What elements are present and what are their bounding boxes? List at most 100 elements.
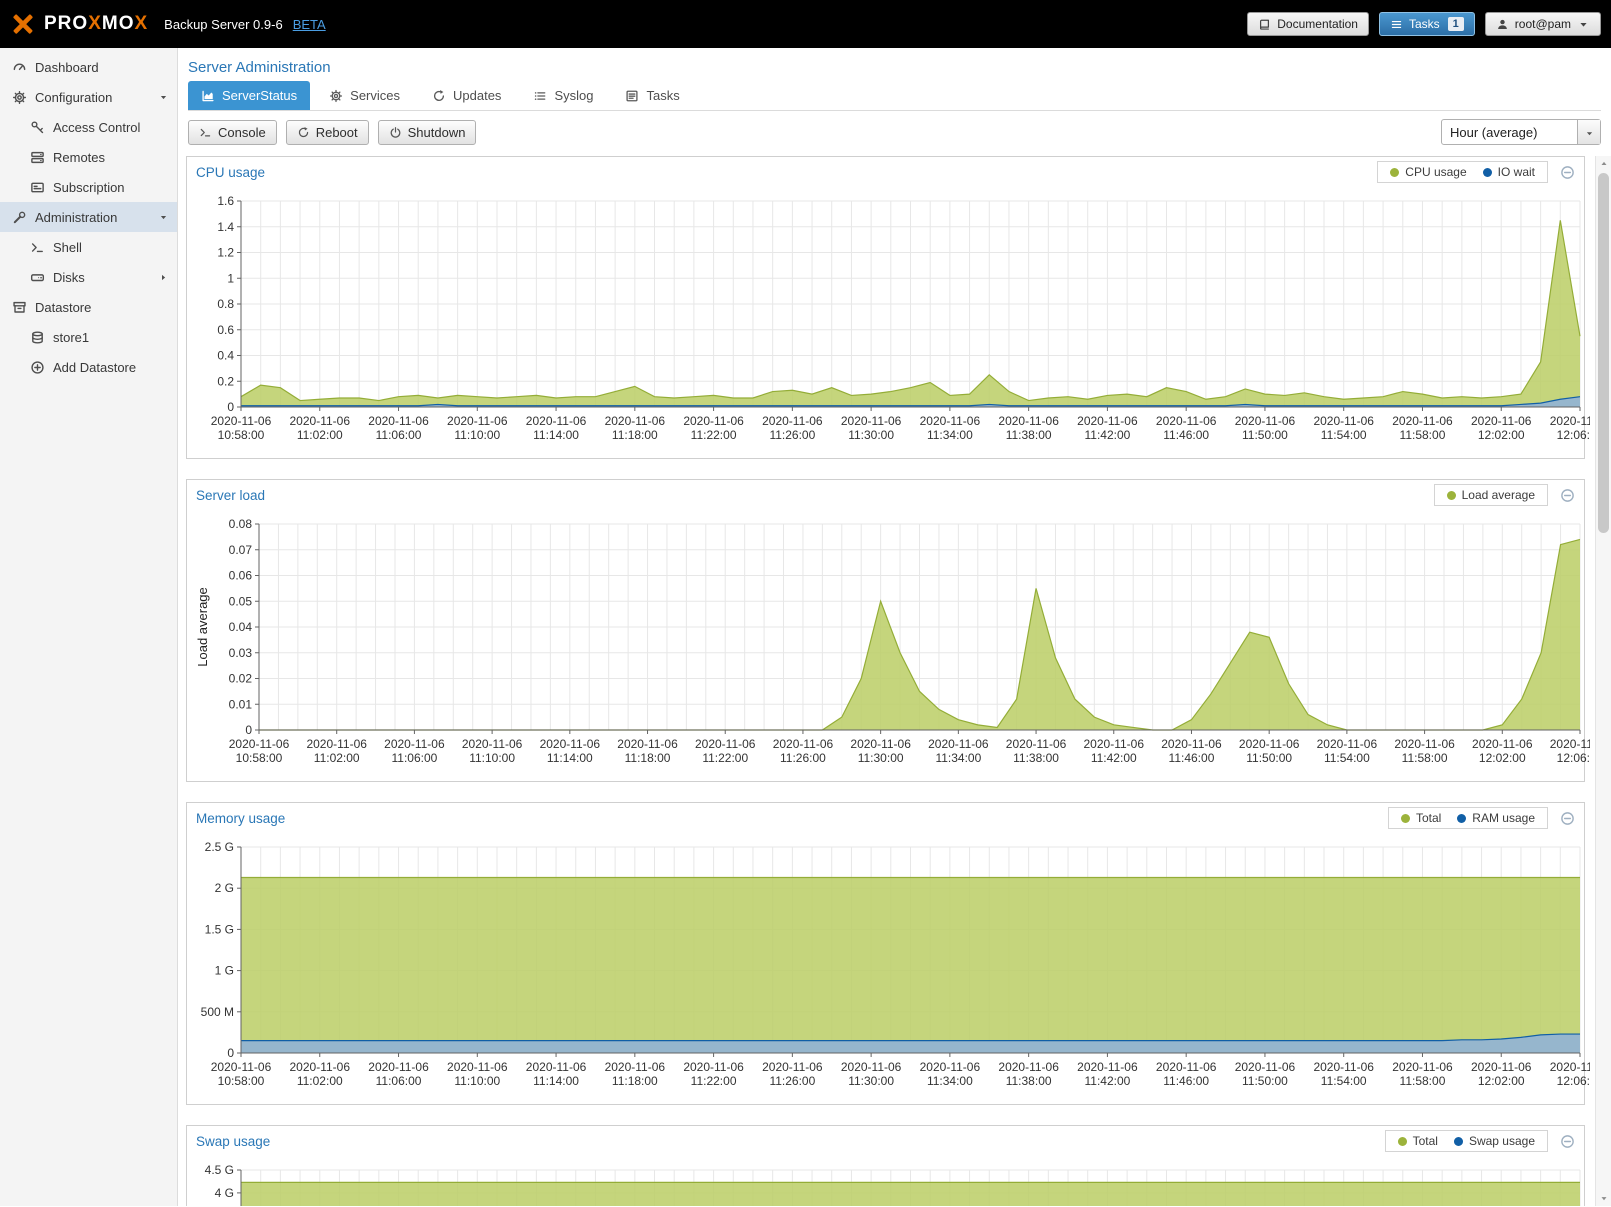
svg-text:2020-11-06: 2020-11-06 bbox=[1313, 414, 1374, 428]
chart-cpu-usage: 1.61.41.210.80.60.40.202020-11-0610:58:0… bbox=[193, 191, 1590, 451]
sidebar-nav: DashboardConfigurationAccess ControlRemo… bbox=[0, 48, 178, 1206]
tree-expander[interactable] bbox=[158, 212, 169, 223]
sidebar-item-label: store1 bbox=[53, 330, 89, 345]
circle-minus-icon bbox=[1560, 165, 1575, 180]
shutdown-button[interactable]: Shutdown bbox=[378, 120, 477, 145]
tab-serverstatus[interactable]: ServerStatus bbox=[188, 81, 310, 110]
chart-legend: TotalRAM usage bbox=[1388, 807, 1548, 829]
sidebar-item-administration[interactable]: Administration bbox=[0, 202, 177, 232]
reboot-button[interactable]: Reboot bbox=[286, 120, 369, 145]
svg-text:11:18:00: 11:18:00 bbox=[612, 1074, 658, 1088]
svg-text:0.02: 0.02 bbox=[229, 672, 253, 686]
tab-syslog[interactable]: Syslog bbox=[520, 81, 606, 110]
top-header-bar: PROXMOX Backup Server 0.9-6 BETA Documen… bbox=[0, 0, 1611, 48]
svg-text:11:10:00: 11:10:00 bbox=[454, 428, 500, 442]
sidebar-item-subscription[interactable]: Subscription bbox=[0, 172, 177, 202]
console-button[interactable]: Console bbox=[188, 120, 277, 145]
gears-icon bbox=[329, 89, 343, 103]
svg-text:2020-11-06: 2020-11-06 bbox=[1235, 1060, 1296, 1074]
svg-text:0: 0 bbox=[227, 400, 234, 414]
tasks-icon bbox=[1390, 18, 1403, 31]
tab-services[interactable]: Services bbox=[316, 81, 413, 110]
tree-expander[interactable] bbox=[158, 92, 169, 103]
user-menu-button[interactable]: root@pam bbox=[1485, 12, 1601, 36]
sidebar-item-store1[interactable]: store1 bbox=[0, 322, 177, 352]
chart-body: 4.5 G4 G3.5 G3 G2.5 G2 G1.5 G1 G500 M020… bbox=[187, 1156, 1584, 1206]
svg-text:2020-11-06: 2020-11-06 bbox=[1550, 1060, 1590, 1074]
svg-text:2020-11-06: 2020-11-06 bbox=[229, 737, 290, 751]
dropdown-trigger[interactable] bbox=[1577, 120, 1600, 144]
svg-text:0: 0 bbox=[245, 723, 252, 737]
sidebar-item-configuration[interactable]: Configuration bbox=[0, 82, 177, 112]
timeframe-select[interactable]: Hour (average) bbox=[1441, 119, 1601, 145]
svg-text:2020-11-06: 2020-11-06 bbox=[1392, 1060, 1453, 1074]
sidebar-item-access-control[interactable]: Access Control bbox=[0, 112, 177, 142]
legend-item: IO wait bbox=[1483, 165, 1535, 179]
tab-tasks[interactable]: Tasks bbox=[612, 81, 692, 110]
svg-text:11:14:00: 11:14:00 bbox=[533, 428, 579, 442]
sidebar-item-remotes[interactable]: Remotes bbox=[0, 142, 177, 172]
svg-text:0.2: 0.2 bbox=[217, 374, 234, 388]
proxmox-logo: PROXMOX bbox=[10, 11, 148, 37]
panel-swap-usage: Swap usageTotalSwap usage4.5 G4 G3.5 G3 … bbox=[186, 1125, 1585, 1206]
svg-text:12:02:00: 12:02:00 bbox=[1478, 428, 1525, 442]
scroll-up-button[interactable] bbox=[1596, 156, 1611, 172]
documentation-button[interactable]: Documentation bbox=[1247, 12, 1369, 36]
svg-text:11:22:00: 11:22:00 bbox=[702, 751, 748, 765]
svg-text:4 G: 4 G bbox=[215, 1186, 234, 1200]
sidebar-item-datastore[interactable]: Datastore bbox=[0, 292, 177, 322]
collapse-panel-button[interactable] bbox=[1560, 488, 1575, 503]
collapse-panel-button[interactable] bbox=[1560, 165, 1575, 180]
svg-text:11:02:00: 11:02:00 bbox=[297, 1074, 343, 1088]
beta-link[interactable]: BETA bbox=[293, 17, 326, 32]
circle-minus-icon bbox=[1560, 1134, 1575, 1149]
svg-text:12:02:00: 12:02:00 bbox=[1478, 1074, 1525, 1088]
tasks-tab-icon bbox=[625, 89, 639, 103]
svg-text:1.4: 1.4 bbox=[217, 220, 234, 234]
svg-text:12:02:00: 12:02:00 bbox=[1479, 751, 1526, 765]
tree-expander[interactable] bbox=[158, 272, 169, 283]
legend-label: IO wait bbox=[1498, 165, 1535, 179]
sidebar-item-shell[interactable]: Shell bbox=[0, 232, 177, 262]
scrollbar-thumb[interactable] bbox=[1598, 173, 1609, 533]
svg-text:11:14:00: 11:14:00 bbox=[533, 1074, 579, 1088]
panel-server-load: Server loadLoad average0.080.070.060.050… bbox=[186, 479, 1585, 782]
svg-text:11:34:00: 11:34:00 bbox=[927, 428, 973, 442]
tab-updates[interactable]: Updates bbox=[419, 81, 514, 110]
sidebar-item-dashboard[interactable]: Dashboard bbox=[0, 52, 177, 82]
svg-text:11:42:00: 11:42:00 bbox=[1084, 428, 1130, 442]
svg-text:2020-11-06: 2020-11-06 bbox=[1313, 1060, 1374, 1074]
subscription-icon bbox=[30, 180, 45, 195]
svg-text:2020-11-06: 2020-11-06 bbox=[1317, 737, 1378, 751]
wrench-icon bbox=[12, 210, 27, 225]
expander-right-icon bbox=[158, 272, 169, 283]
svg-text:11:38:00: 11:38:00 bbox=[1006, 428, 1052, 442]
svg-text:2020-11-06: 2020-11-06 bbox=[290, 414, 351, 428]
collapse-panel-button[interactable] bbox=[1560, 1134, 1575, 1149]
list-icon bbox=[533, 89, 547, 103]
chart-memory-usage: 2.5 G2 G1.5 G1 G500 M02020-11-0610:58:00… bbox=[193, 837, 1590, 1097]
svg-text:11:22:00: 11:22:00 bbox=[691, 1074, 737, 1088]
vertical-scrollbar[interactable] bbox=[1595, 156, 1611, 1206]
svg-text:2020-11-06: 2020-11-06 bbox=[306, 737, 367, 751]
sidebar-item-label: Datastore bbox=[35, 300, 91, 315]
hdd-icon bbox=[30, 270, 45, 285]
legend-item: RAM usage bbox=[1457, 811, 1535, 825]
sidebar-item-add-datastore[interactable]: Add Datastore bbox=[0, 352, 177, 382]
toolbar: Console Reboot Shutdown Hour (average) bbox=[178, 111, 1611, 153]
svg-text:2020-11-06: 2020-11-06 bbox=[762, 414, 823, 428]
svg-text:Load average: Load average bbox=[195, 587, 210, 667]
chart-legend: Load average bbox=[1434, 484, 1548, 506]
tasks-button[interactable]: Tasks 1 bbox=[1379, 12, 1475, 36]
svg-text:1: 1 bbox=[227, 271, 234, 285]
svg-text:2020-11-06: 2020-11-06 bbox=[1394, 737, 1455, 751]
legend-dot bbox=[1398, 1137, 1407, 1146]
svg-text:500 M: 500 M bbox=[201, 1005, 234, 1019]
svg-text:2020-11-06: 2020-11-06 bbox=[695, 737, 756, 751]
collapse-panel-button[interactable] bbox=[1560, 811, 1575, 826]
sidebar-item-label: Shell bbox=[53, 240, 82, 255]
panel-title: Memory usage bbox=[196, 811, 285, 826]
sidebar-item-disks[interactable]: Disks bbox=[0, 262, 177, 292]
svg-text:11:30:00: 11:30:00 bbox=[858, 751, 904, 765]
scroll-down-button[interactable] bbox=[1596, 1190, 1611, 1206]
